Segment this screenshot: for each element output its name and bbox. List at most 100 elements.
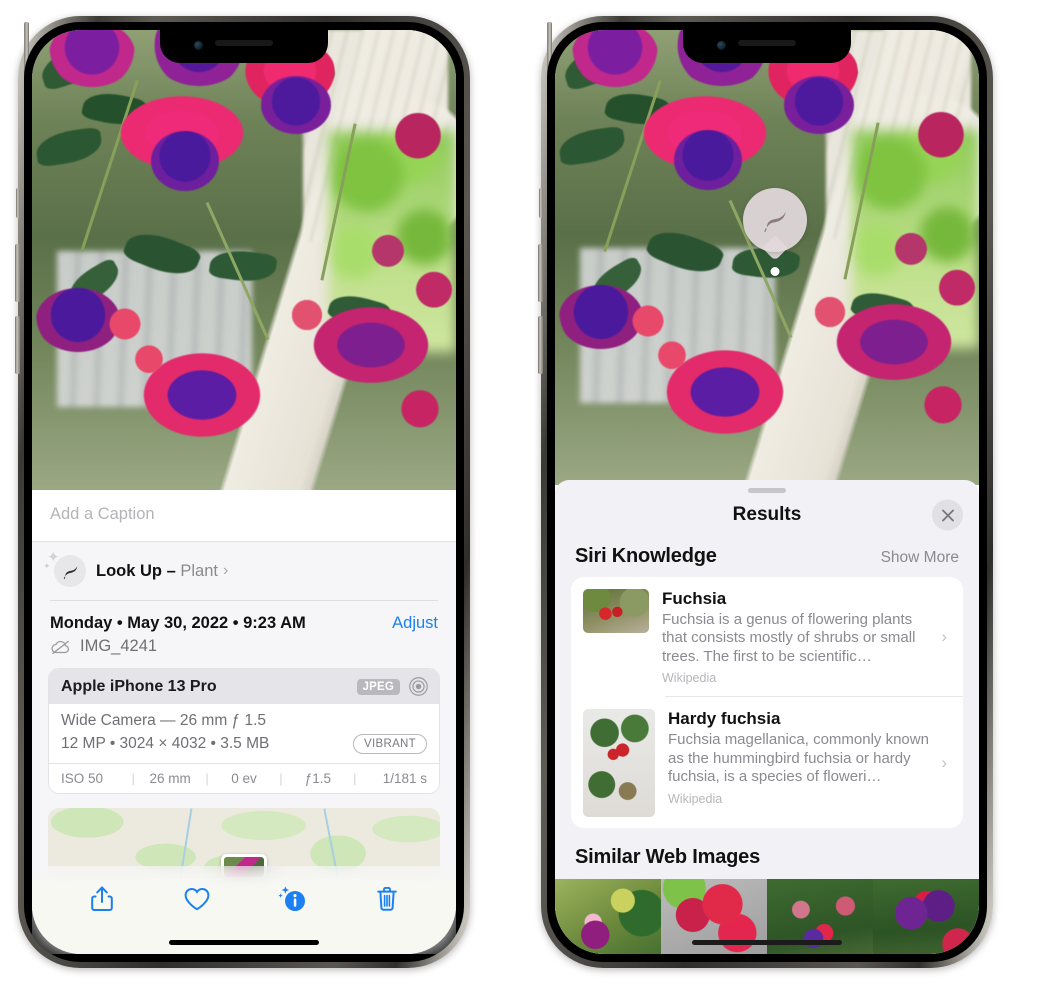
knowledge-source: Wikipedia: [668, 791, 723, 806]
exif-stats-row: ISO 50 | 26 mm | 0 ev | ƒ1.5 | 1/181 s: [49, 763, 439, 793]
trash-icon[interactable]: [370, 882, 404, 916]
iphone-right: Results Siri Knowledge Show More Fuchsia…: [538, 16, 993, 968]
exif-stat-shutter: 1/181 s: [382, 771, 427, 786]
adjust-button[interactable]: Adjust: [392, 614, 438, 633]
badge-anchor-dot: [770, 267, 780, 276]
front-camera-icon: [717, 41, 726, 50]
siri-knowledge-card: Fuchsia Fuchsia is a genus of flowering …: [571, 577, 963, 829]
exif-stat-iso: ISO 50: [61, 771, 104, 786]
knowledge-item-fuchsia[interactable]: Fuchsia Fuchsia is a genus of flowering …: [571, 577, 963, 696]
earpiece-speaker: [215, 40, 273, 46]
phone-bezel-left: Add a Caption ✦ ✦ Look Up – Plant › Mond…: [24, 22, 464, 962]
lens-line: Wide Camera — 26 mm ƒ 1.5: [61, 712, 267, 729]
photo-flower: [834, 303, 953, 381]
size-row: 12 MP • 3024 × 4032 • 3.5 MB VIBRANT: [61, 734, 427, 754]
photo-bud: [388, 112, 449, 167]
exif-card[interactable]: Apple iPhone 13 Pro JPEG Wide Camera — 2…: [48, 668, 440, 794]
results-title: Results: [732, 504, 802, 525]
volume-down-button[interactable]: [538, 316, 543, 374]
photo-viewer-left[interactable]: [32, 30, 456, 490]
home-indicator[interactable]: [692, 940, 842, 945]
photo-bud: [813, 293, 846, 334]
volume-down-button[interactable]: [15, 316, 20, 374]
home-indicator[interactable]: [169, 940, 319, 945]
knowledge-thumbnail: [583, 709, 655, 818]
photo-bud: [919, 384, 966, 429]
screen-left: Add a Caption ✦ ✦ Look Up – Plant › Mond…: [32, 30, 456, 954]
size-line: 12 MP • 3024 × 4032 • 3.5 MB: [61, 735, 270, 752]
knowledge-item-hardy-fuchsia[interactable]: Hardy fuchsia Fuchsia magellanica, commo…: [571, 697, 963, 828]
similar-image-thumb[interactable]: [555, 879, 661, 954]
photo-flower: [783, 75, 854, 134]
photo-flower: [36, 287, 121, 352]
cloud-off-icon: [51, 640, 70, 654]
look-up-row[interactable]: ✦ ✦ Look Up – Plant ›: [32, 542, 456, 600]
file-row: IMG_4241: [32, 635, 456, 668]
phone-bezel-right: Results Siri Knowledge Show More Fuchsia…: [547, 22, 987, 962]
exif-header: Apple iPhone 13 Pro JPEG: [49, 669, 439, 704]
sparkle-icon: ✦: [43, 561, 51, 571]
share-icon[interactable]: [85, 882, 119, 916]
caption-field[interactable]: Add a Caption: [32, 490, 456, 542]
similar-web-images-title: Similar Web Images: [575, 846, 760, 869]
photo-bud: [133, 342, 164, 379]
knowledge-thumbnail: [583, 589, 649, 633]
photo-bud: [936, 266, 977, 313]
volume-up-button[interactable]: [538, 244, 543, 302]
info-sparkle-icon[interactable]: [275, 882, 309, 916]
photo-viewer-right[interactable]: [555, 30, 979, 485]
heart-icon[interactable]: [180, 882, 214, 916]
format-badge: JPEG: [356, 678, 400, 695]
siri-knowledge-title: Siri Knowledge: [575, 545, 717, 567]
visual-lookup-badge[interactable]: [743, 188, 807, 276]
date-row: Monday • May 30, 2022 • 9:23 AM Adjust: [32, 601, 456, 635]
photo-toolbar: [32, 866, 456, 954]
earpiece-speaker: [738, 40, 796, 46]
knowledge-description: Fuchsia is a genus of flowering plants t…: [662, 611, 916, 665]
chevron-right-icon: ›: [941, 627, 947, 647]
knowledge-text: Hardy fuchsia Fuchsia magellanica, commo…: [655, 709, 941, 805]
exif-header-right: JPEG: [356, 676, 429, 697]
look-up-subject: Plant: [180, 561, 218, 580]
exif-stat-ev: 0 ev: [231, 771, 257, 786]
look-up-prefix: Look Up –: [96, 561, 181, 580]
photo-bud: [290, 296, 323, 337]
close-icon[interactable]: [932, 499, 963, 531]
iphone-left: Add a Caption ✦ ✦ Look Up – Plant › Mond…: [15, 16, 470, 968]
file-name: IMG_4241: [80, 637, 158, 655]
chevron-right-icon: ›: [941, 753, 947, 773]
photo-flower: [260, 76, 331, 134]
show-more-button[interactable]: Show More: [881, 549, 959, 567]
chevron-right-icon: ›: [222, 562, 229, 579]
notch-left: [160, 30, 328, 63]
knowledge-title: Hardy fuchsia: [668, 709, 781, 729]
photo-bud: [396, 388, 443, 433]
screen-right: Results Siri Knowledge Show More Fuchsia…: [555, 30, 979, 954]
toolbar-icons: [32, 882, 456, 916]
knowledge-text: Fuchsia Fuchsia is a genus of flowering …: [649, 589, 941, 685]
knowledge-description: Fuchsia magellanica, commonly known as t…: [668, 731, 929, 786]
mute-switch[interactable]: [16, 188, 20, 218]
volume-up-button[interactable]: [15, 244, 20, 302]
look-up-label: Look Up – Plant: [96, 562, 218, 581]
exif-stat-focal: 26 mm: [149, 771, 191, 786]
photo-datetime: Monday • May 30, 2022 • 9:23 AM: [50, 614, 306, 632]
caption-placeholder: Add a Caption: [50, 505, 155, 523]
photo-flower: [150, 131, 219, 192]
photo-bud: [413, 269, 454, 316]
mute-switch[interactable]: [539, 188, 543, 218]
results-header: Results: [555, 493, 979, 537]
photo-bud: [656, 339, 687, 376]
screenshot-canvas: Add a Caption ✦ ✦ Look Up – Plant › Mond…: [0, 0, 1055, 985]
notch-right: [683, 30, 851, 63]
photo-flower: [311, 306, 430, 384]
leaf-icon: [54, 555, 86, 587]
similar-image-thumb[interactable]: [873, 879, 979, 954]
results-sheet: Results Siri Knowledge Show More Fuchsia…: [555, 480, 979, 954]
front-camera-icon: [194, 41, 203, 50]
exif-stat-aperture: ƒ1.5: [304, 771, 331, 786]
exif-body: Wide Camera — 26 mm ƒ 1.5 12 MP • 3024 ×…: [49, 704, 439, 763]
knowledge-source: Wikipedia: [662, 671, 717, 686]
similar-web-images-header: Similar Web Images: [555, 828, 979, 875]
knowledge-title: Fuchsia: [662, 589, 727, 608]
